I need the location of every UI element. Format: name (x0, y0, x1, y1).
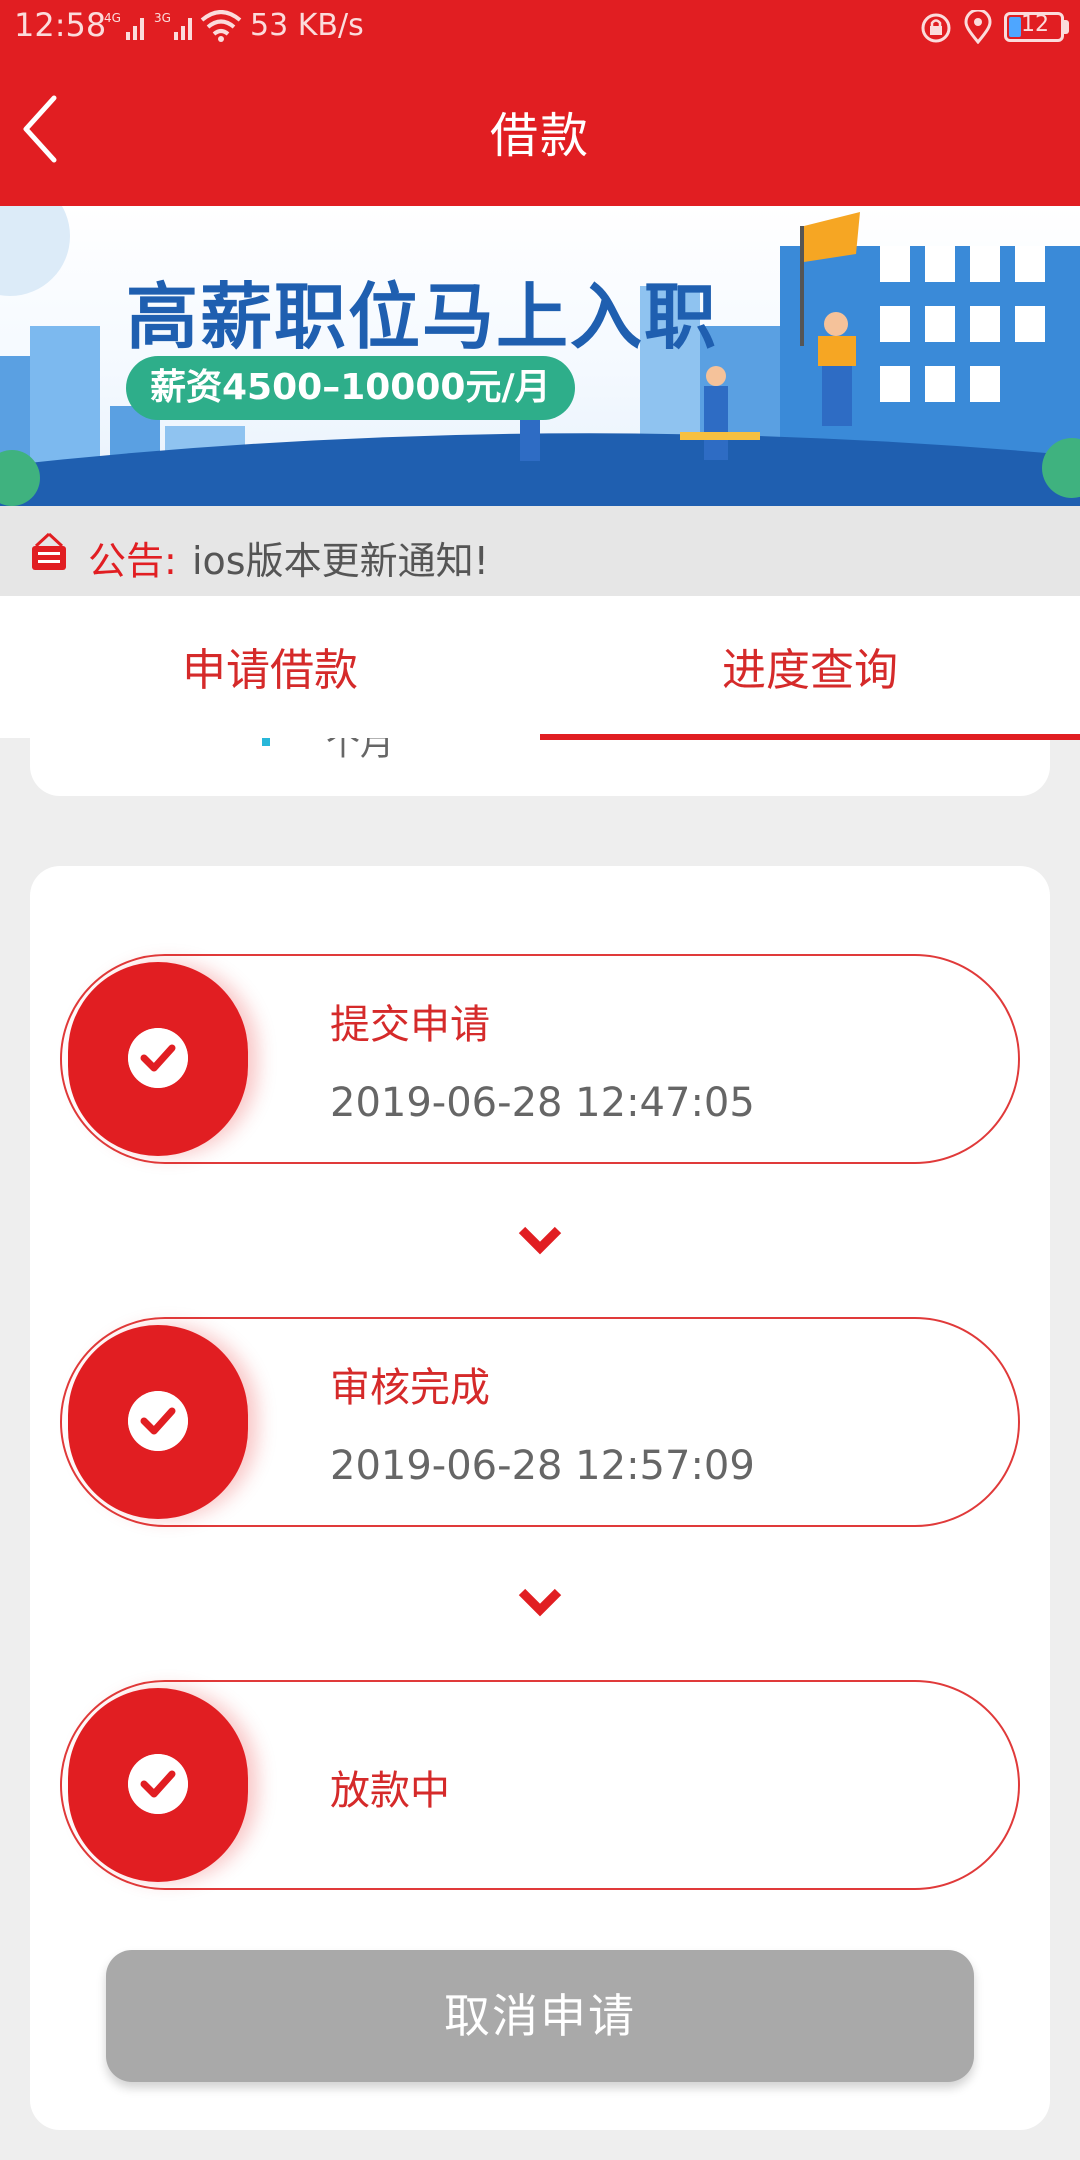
step-status-badge (68, 1688, 248, 1882)
progress-step-submitted: 提交申请 2019-06-28 12:47:05 (60, 954, 1020, 1164)
status-bar: 12:58 4G 3G 53 KB/s 12 (0, 0, 1080, 54)
app-header: 12:58 4G 3G 53 KB/s 12 借款 (0, 0, 1080, 206)
progress-step-reviewed: 审核完成 2019-06-28 12:57:09 (60, 1317, 1020, 1527)
signal-4g-icon: 4G (104, 11, 144, 40)
notice-label: 公告: (88, 539, 177, 583)
chevron-down-icon (518, 1226, 562, 1255)
step-title: 审核完成 (330, 1365, 490, 1411)
check-icon (128, 1754, 188, 1814)
status-time: 12:58 (14, 6, 107, 44)
notice-board-icon (32, 532, 66, 570)
step-time: 2019-06-28 12:47:05 (330, 1080, 755, 1126)
banner-salary-pill: 薪资4500–10000元/月 (126, 356, 575, 420)
signal-3g-icon: 3G (154, 11, 192, 40)
progress-step-disbursing: 放款中 (60, 1680, 1020, 1890)
svg-text:4G: 4G (104, 11, 121, 25)
notice-text[interactable]: ios版本更新通知! (192, 530, 489, 585)
tab-bar: 申请借款 进度查询 (0, 596, 1080, 738)
notice-bar[interactable]: 公告: ios版本更新通知! (0, 506, 1080, 596)
step-title: 放款中 (330, 1768, 450, 1814)
tab-progress-query[interactable]: 进度查询 (540, 596, 1080, 738)
tab-active-indicator (540, 734, 1080, 740)
step-title: 提交申请 (330, 1002, 490, 1048)
check-icon (128, 1028, 188, 1088)
location-icon (964, 10, 992, 44)
step-status-badge (68, 962, 248, 1156)
tab-apply-loan[interactable]: 申请借款 (0, 596, 540, 738)
check-icon (128, 1391, 188, 1451)
page-title: 借款 (489, 108, 590, 164)
wifi-icon (200, 10, 242, 42)
recruitment-banner[interactable]: 高薪职位马上入职 薪资4500–10000元/月 (0, 206, 1080, 506)
svg-text:3G: 3G (154, 11, 171, 25)
step-time: 2019-06-28 12:57:09 (330, 1443, 755, 1489)
network-speed: 53 KB/s (250, 8, 364, 43)
battery-icon: 12 (1004, 12, 1064, 42)
rotation-lock-icon (921, 13, 951, 43)
banner-headline: 高薪职位马上入职 (126, 275, 719, 359)
cancel-application-button[interactable]: 取消申请 (106, 1950, 974, 2082)
chevron-down-icon (518, 1588, 562, 1617)
step-status-badge (68, 1325, 248, 1519)
